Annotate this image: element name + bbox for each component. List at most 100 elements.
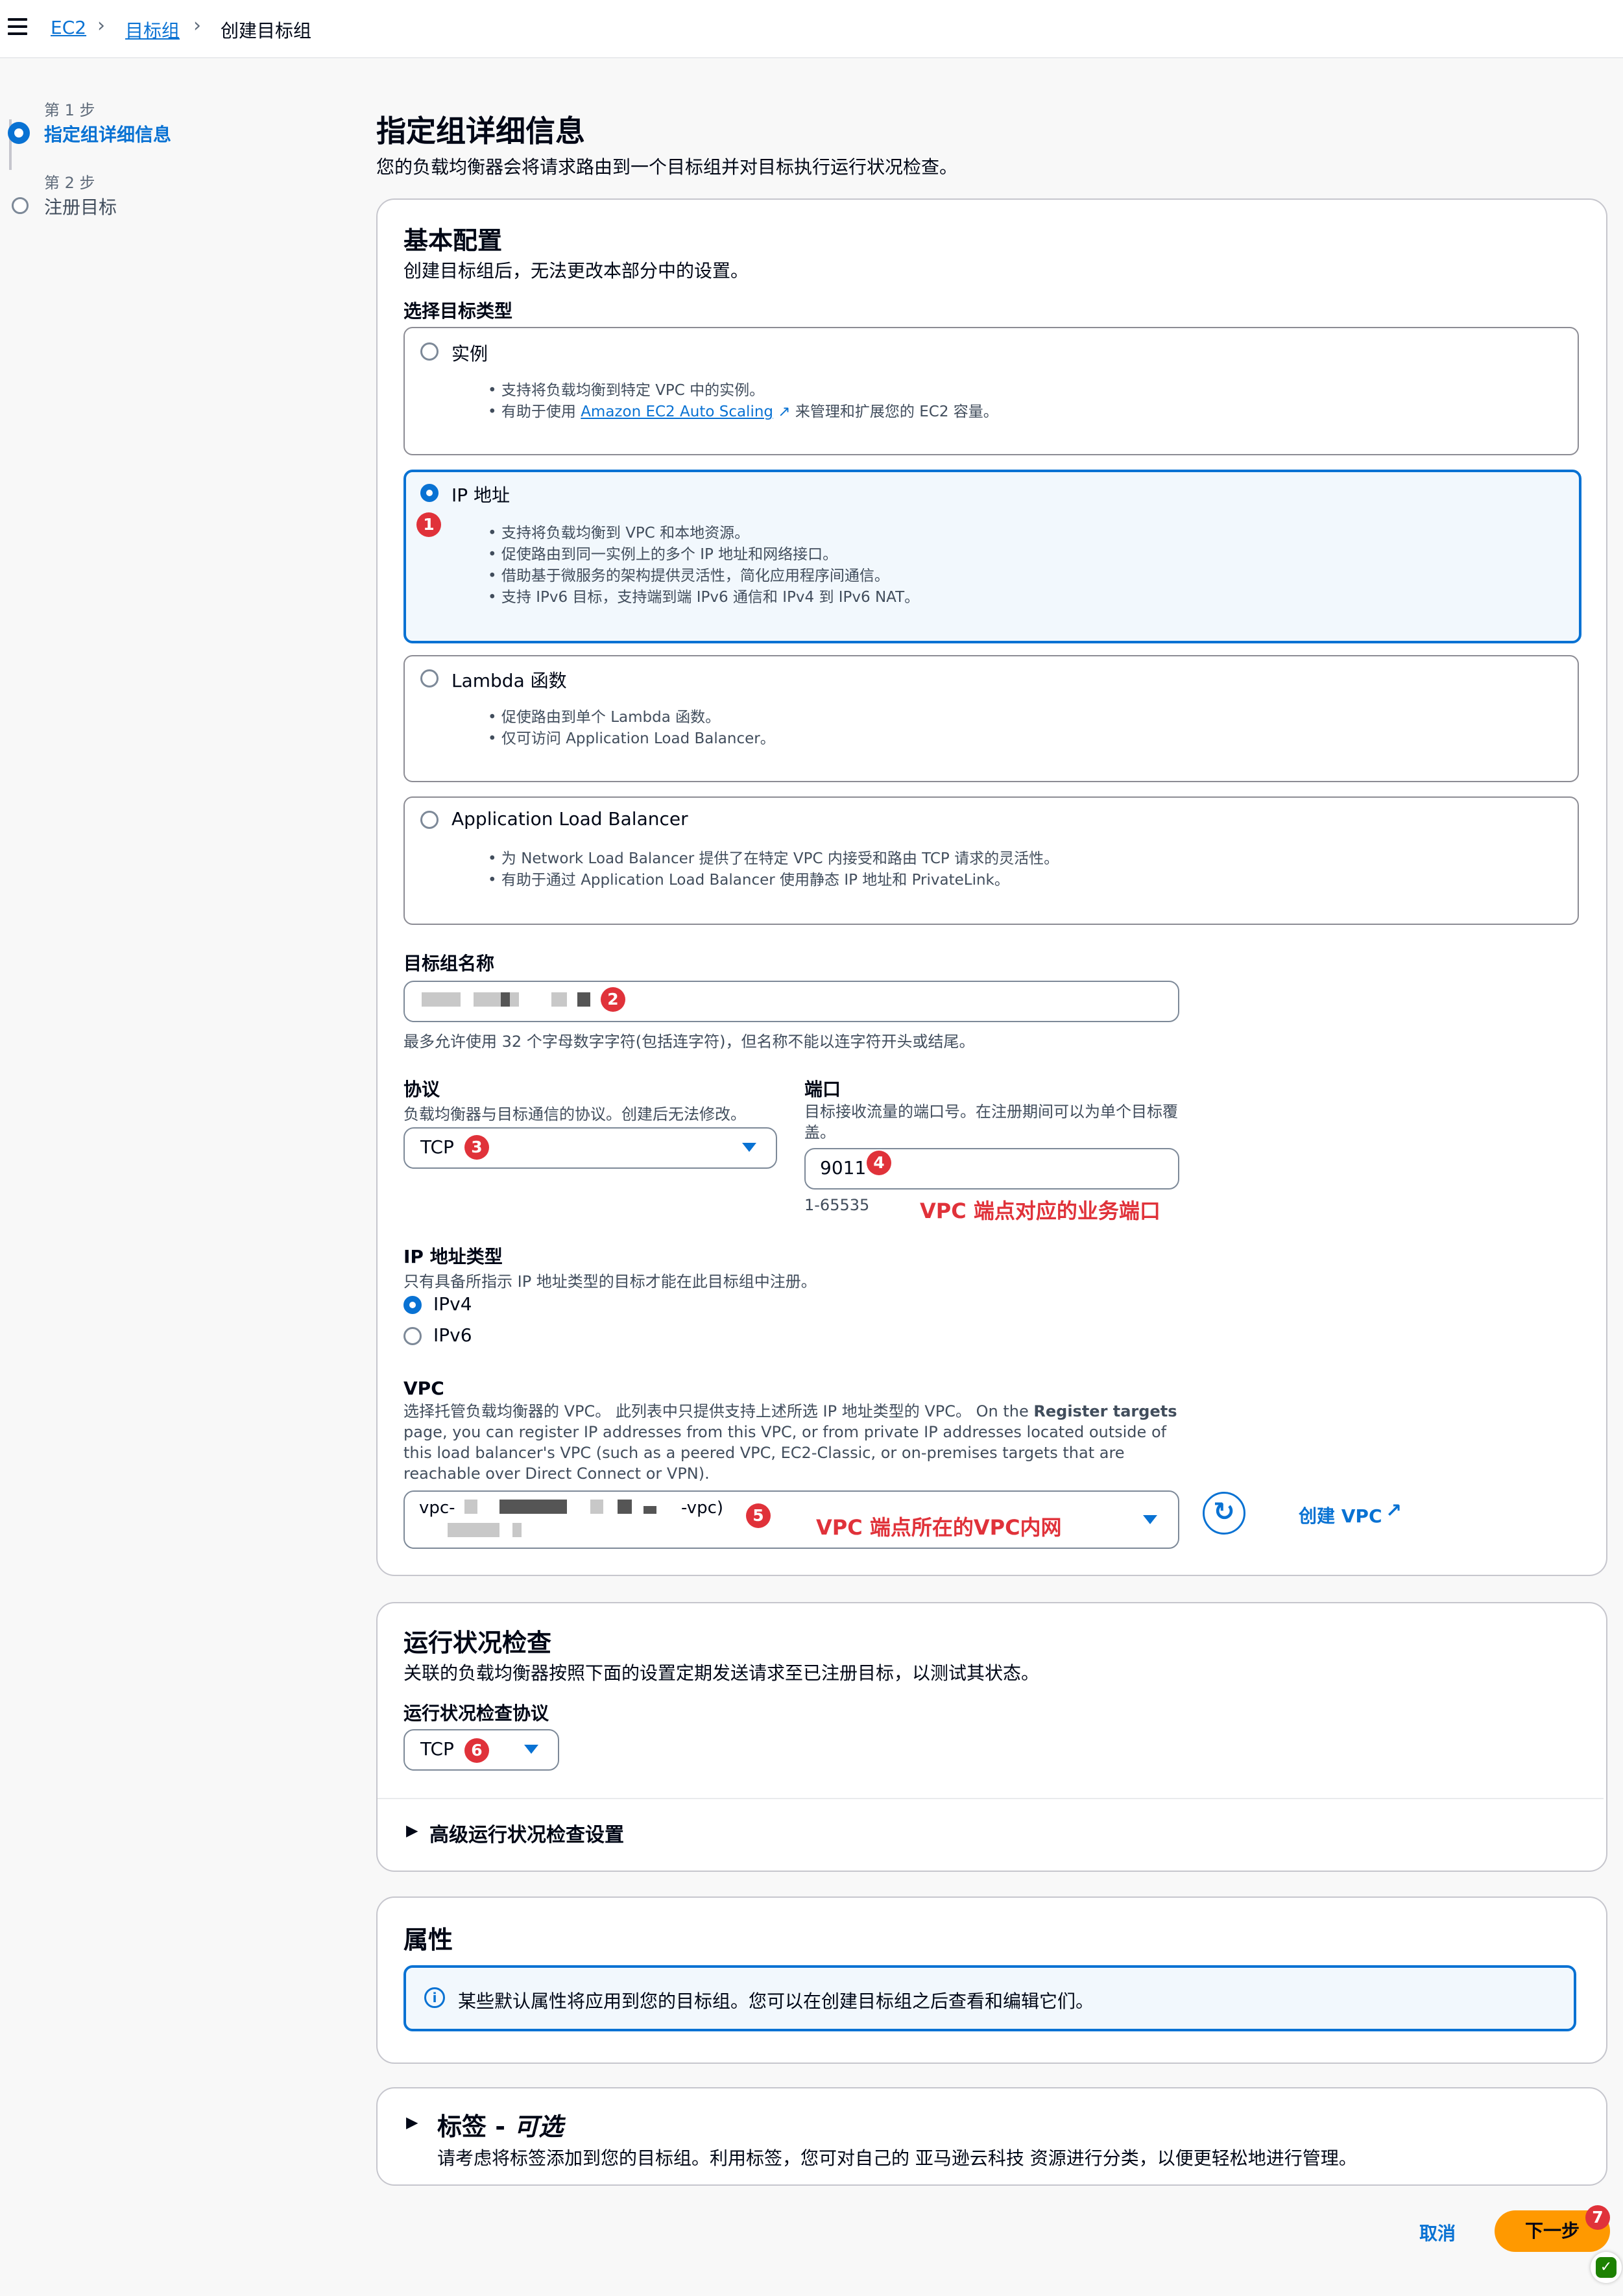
bullet-text: 借助基于微服务的架构提供灵活性，简化应用程序间通信。 — [488, 566, 919, 587]
menu-icon[interactable] — [8, 18, 27, 35]
annotation-badge-6: 6 — [464, 1738, 489, 1763]
tags-description: 请考虑将标签添加到您的目标组。利用标签，您可对自己的 亚马逊云科技 资源进行分类… — [437, 2147, 1357, 2169]
vpc-select-value-prefix: vpc- — [419, 1498, 455, 1518]
redacted-text — [618, 1500, 632, 1514]
target-group-name-label: 目标组名称 — [403, 953, 495, 974]
chevron-right-icon: › — [97, 14, 105, 37]
cancel-button[interactable]: 取消 — [1419, 2219, 1456, 2245]
shield-check-icon: ✓ — [1596, 2257, 1617, 2278]
target-group-name-input[interactable] — [403, 981, 1179, 1022]
bullet-text: 有助于通过 Application Load Balancer 使用静态 IP … — [488, 870, 1059, 891]
protocol-select[interactable] — [403, 1127, 777, 1169]
target-type-instance-bullets: 支持将负载均衡到特定 VPC 中的实例。 有助于使用 Amazon EC2 Au… — [488, 380, 998, 423]
step-1-label[interactable]: 指定组详细信息 — [44, 121, 171, 147]
bullet-text: 促使路由到同一实例上的多个 IP 地址和网络接口。 — [488, 544, 919, 566]
port-range-hint: 1-65535 — [804, 1196, 870, 1214]
health-check-description: 关联的负载均衡器按照下面的设置定期发送请求至已注册目标，以测试其状态。 — [403, 1662, 1040, 1684]
target-type-lambda-radio[interactable] — [420, 669, 439, 688]
breadcrumb-target-groups[interactable]: 目标组 — [125, 17, 180, 43]
redacted-text — [512, 1523, 522, 1537]
protocol-select-value: TCP — [420, 1136, 454, 1158]
ipv6-radio[interactable] — [403, 1327, 422, 1345]
ipv4-radio[interactable] — [403, 1296, 422, 1314]
protocol-label: 协议 — [403, 1079, 440, 1100]
external-link-icon: ↗ — [778, 403, 791, 420]
redacted-text — [501, 992, 510, 1007]
caret-down-icon — [1143, 1515, 1157, 1524]
refresh-icon[interactable]: ↻ — [1203, 1492, 1245, 1535]
annotation-badge-7: 7 — [1585, 2205, 1610, 2230]
bullet-text: 支持将负载均衡到特定 VPC 中的实例。 — [488, 380, 998, 401]
caret-right-icon[interactable]: ▶ — [406, 1821, 418, 1839]
step-inactive-icon — [12, 197, 29, 214]
target-type-lambda-title: Lambda 函数 — [451, 670, 567, 691]
target-type-ip-bullets: 支持将负载均衡到 VPC 和本地资源。 促使路由到同一实例上的多个 IP 地址和… — [488, 523, 919, 608]
ip-type-label: IP 地址类型 — [403, 1246, 503, 1267]
basic-config-description: 创建目标组后，无法更改本部分中的设置。 — [403, 260, 749, 281]
bullet-text: 促使路由到单个 Lambda 函数。 — [488, 707, 775, 728]
target-group-name-hint: 最多允许使用 32 个字母数字字符(包括连字符)，但名称不能以连字符开头或结尾。 — [403, 1033, 975, 1051]
redacted-text — [551, 992, 567, 1007]
attributes-title: 属性 — [403, 1926, 453, 1954]
tags-title[interactable]: 标签 - 可选 — [437, 2107, 563, 2142]
page-description: 您的负载均衡器会将请求路由到一个目标组并对目标执行运行状况检查。 — [376, 156, 958, 178]
breadcrumb-ec2[interactable]: EC2 — [51, 17, 86, 38]
port-description: 目标接收流量的端口号。在注册期间可以为单个目标覆盖。 — [804, 1103, 1178, 1142]
step-2-number: 第 2 步 — [44, 174, 95, 192]
health-check-protocol-value: TCP — [420, 1738, 454, 1760]
annotation-badge-3: 3 — [464, 1135, 489, 1160]
redacted-text — [474, 992, 519, 1007]
caret-right-icon[interactable]: ▶ — [406, 2113, 418, 2131]
redacted-text — [464, 1500, 477, 1514]
ipv6-label[interactable]: IPv6 — [433, 1324, 472, 1346]
port-label: 端口 — [804, 1079, 841, 1100]
bullet-text: 支持将负载均衡到 VPC 和本地资源。 — [488, 523, 919, 544]
breadcrumb-current: 创建目标组 — [221, 20, 312, 42]
vpc-label: VPC — [403, 1378, 444, 1399]
info-icon: i — [424, 1987, 445, 2008]
annotation-badge-1: 1 — [416, 512, 441, 537]
target-type-alb-bullets: 为 Network Load Balancer 提供了在特定 VPC 内接受和路… — [488, 848, 1059, 891]
create-vpc-link[interactable]: 创建 VPC — [1299, 1502, 1382, 1528]
health-check-title: 运行状况检查 — [403, 1629, 552, 1657]
redacted-text — [643, 1506, 656, 1514]
vpc-annotation-note: VPC 端点所在的VPC内网 — [816, 1515, 1062, 1540]
target-type-ip-title: IP 地址 — [451, 484, 511, 506]
chevron-right-icon: › — [193, 14, 201, 37]
caret-down-icon — [742, 1143, 756, 1152]
ip-type-description: 只有具备所指示 IP 地址类型的目标才能在此目标组中注册。 — [403, 1273, 817, 1291]
vpc-description: 选择托管负载均衡器的 VPC。 此列表中只提供支持上述所选 IP 地址类型的 V… — [403, 1402, 1177, 1483]
bullet-text: 仅可访问 Application Load Balancer。 — [488, 728, 775, 750]
bullet-text: 支持 IPv6 目标，支持端到端 IPv6 通信和 IPv4 到 IPv6 NA… — [488, 587, 919, 608]
step-1-number: 第 1 步 — [44, 101, 95, 119]
annotation-badge-2: 2 — [601, 987, 625, 1012]
target-type-alb-radio[interactable] — [420, 811, 439, 829]
target-type-instance-title: 实例 — [451, 343, 488, 365]
auto-scaling-link[interactable]: Amazon EC2 Auto Scaling — [581, 403, 773, 420]
step-active-icon — [8, 122, 30, 144]
target-type-ip-radio[interactable] — [420, 484, 439, 502]
redacted-text — [422, 992, 461, 1007]
caret-down-icon — [524, 1745, 538, 1754]
redacted-text — [577, 992, 590, 1007]
basic-config-title: 基本配置 — [403, 226, 503, 255]
target-type-lambda-bullets: 促使路由到单个 Lambda 函数。 仅可访问 Application Load… — [488, 707, 775, 750]
external-link-icon: ↗ — [1386, 1500, 1402, 1522]
annotation-badge-4: 4 — [867, 1151, 891, 1175]
port-input-value: 9011 — [820, 1157, 867, 1178]
annotation-badge-5: 5 — [746, 1503, 771, 1528]
ipv4-label[interactable]: IPv4 — [433, 1293, 472, 1315]
target-type-label: 选择目标类型 — [403, 300, 513, 322]
page-title: 指定组详细信息 — [376, 114, 585, 149]
attributes-info-text: 某些默认属性将应用到您的目标组。您可以在创建目标组之后查看和编辑它们。 — [458, 1991, 1094, 2012]
divider — [378, 1798, 1604, 1799]
redacted-text — [499, 1500, 567, 1514]
advanced-health-check-toggle[interactable]: 高级运行状况检查设置 — [429, 1819, 624, 1847]
step-2-label: 注册目标 — [44, 197, 117, 218]
target-type-instance-radio[interactable] — [420, 342, 439, 361]
protocol-description: 负载均衡器与目标通信的协议。创建后无法修改。 — [403, 1105, 746, 1123]
vpc-select-value-suffix: -vpc) — [681, 1498, 724, 1518]
redacted-text — [448, 1523, 499, 1537]
bullet-text: 为 Network Load Balancer 提供了在特定 VPC 内接受和路… — [488, 848, 1059, 870]
redacted-text — [590, 1500, 603, 1514]
